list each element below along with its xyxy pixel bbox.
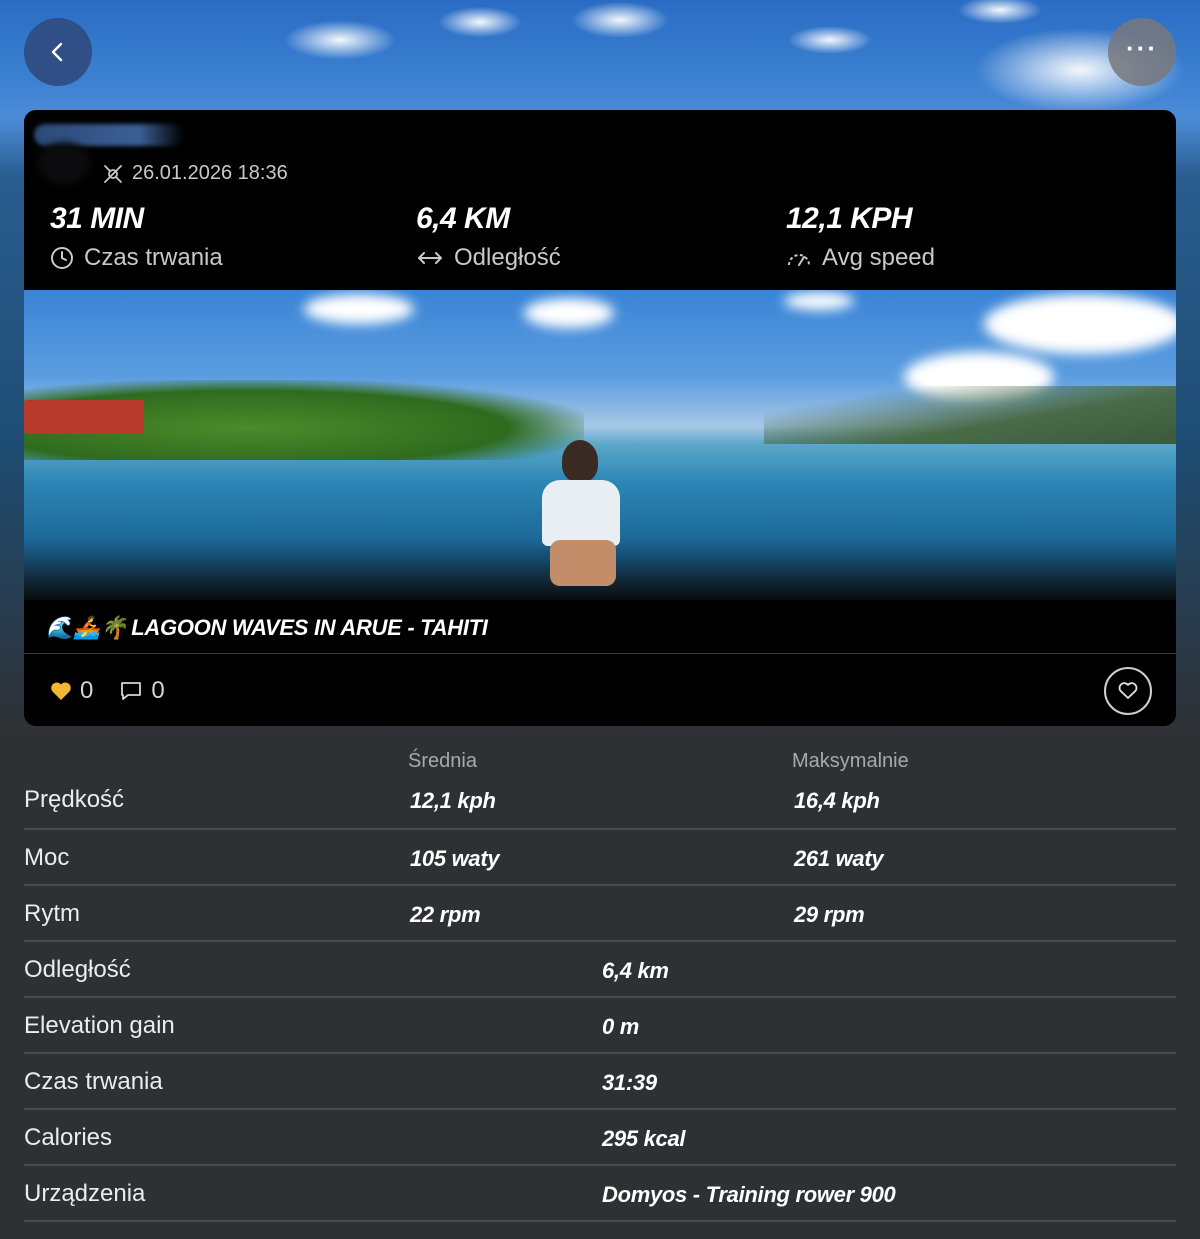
row-label: Elevation gain	[24, 1012, 175, 1039]
rowing-icon	[104, 164, 122, 183]
col-average: Średnia	[408, 750, 477, 772]
row-avg: 105 waty	[410, 846, 500, 871]
likes-count: 0	[80, 676, 94, 704]
summary-stats: 31 MIN Czas trwania 6,4 KM Odległość 12,…	[50, 202, 1150, 282]
more-options-button[interactable]: ···	[1108, 18, 1176, 86]
activity-title-text: LAGOON WAVES IN ARUE - TAHITI	[131, 614, 488, 640]
avatar	[38, 142, 90, 184]
activity-card[interactable]: 26.01.2026 18:36 31 MIN Czas trwania 6,4…	[24, 110, 1176, 726]
stat-value: 12,1 KPH	[786, 202, 913, 235]
stat-duration: 31 MIN Czas trwania	[50, 202, 223, 272]
stat-value: 6,4 KM	[416, 202, 510, 235]
likes[interactable]: 0	[50, 677, 93, 705]
table-row: Rytm 22 rpm 29 rpm	[24, 886, 1176, 942]
social-row: 0 0	[24, 655, 1176, 726]
clock-icon	[51, 247, 73, 269]
heart-filled-icon	[51, 681, 71, 700]
back-button[interactable]	[24, 18, 92, 86]
row-label: Urządzenia	[24, 1180, 146, 1207]
stat-label: Czas trwania	[84, 244, 223, 271]
rower-person	[524, 440, 634, 590]
table-row: Urządzenia Domyos - Training rower 900	[24, 1166, 1176, 1222]
activity-meta: 26.01.2026 18:36	[102, 162, 288, 185]
chevron-left-icon	[51, 42, 63, 62]
table-row: Moc 105 waty 261 waty	[24, 830, 1176, 886]
activity-title[interactable]: 🌊🚣🌴 LAGOON WAVES IN ARUE - TAHITI	[24, 602, 1176, 654]
stat-avg-speed: 12,1 KPH Avg speed	[786, 202, 935, 272]
details-table: Średnia Maksymalnie Prędkość 12,1 kph 16…	[24, 742, 1176, 1222]
activity-photo[interactable]	[24, 290, 1176, 600]
row-value: 0 m	[602, 1014, 640, 1039]
stat-value: 31 MIN	[50, 202, 144, 235]
stat-label: Avg speed	[822, 244, 935, 271]
roof	[24, 400, 144, 434]
table-row: Czas trwania 31:39	[24, 1054, 1176, 1110]
row-avg: 22 rpm	[410, 902, 481, 927]
row-label: Moc	[24, 844, 70, 871]
row-label: Czas trwania	[24, 1068, 163, 1095]
stat-label: Odległość	[454, 244, 561, 271]
row-value: Domyos - Training rower 900	[602, 1182, 896, 1207]
details-header: Średnia Maksymalnie	[24, 742, 1176, 780]
speedometer-icon	[788, 254, 810, 266]
row-max: 261 waty	[794, 846, 884, 871]
row-max: 16,4 kph	[794, 788, 880, 813]
table-row: Odległość 6,4 km	[24, 942, 1176, 998]
comment-icon	[121, 681, 142, 700]
row-max: 29 rpm	[794, 902, 865, 927]
row-label: Prędkość	[24, 786, 125, 813]
col-max: Maksymalnie	[792, 750, 909, 772]
row-value: 6,4 km	[602, 958, 669, 983]
title-emoji: 🌊🚣🌴	[46, 614, 128, 640]
stat-distance: 6,4 KM Odległość	[416, 202, 561, 272]
coastline	[764, 386, 1176, 444]
comments[interactable]: 0	[119, 676, 165, 705]
heart-outline-icon	[1118, 682, 1138, 699]
comments-count: 0	[151, 676, 165, 704]
table-row: Prędkość 12,1 kph 16,4 kph	[24, 780, 1176, 830]
row-value: 295 kcal	[602, 1126, 686, 1151]
row-value: 31:39	[602, 1070, 657, 1095]
table-row: Elevation gain 0 m	[24, 998, 1176, 1054]
row-avg: 12,1 kph	[410, 788, 496, 813]
activity-datetime: 26.01.2026 18:36	[132, 162, 288, 184]
table-row: Calories 295 kcal	[24, 1110, 1176, 1166]
row-label: Calories	[24, 1124, 113, 1151]
row-label: Rytm	[24, 900, 80, 927]
ellipsis-icon: ···	[1126, 32, 1158, 63]
like-button[interactable]	[1104, 667, 1152, 715]
row-label: Odległość	[24, 956, 131, 983]
arrows-horizontal-icon	[418, 252, 442, 264]
